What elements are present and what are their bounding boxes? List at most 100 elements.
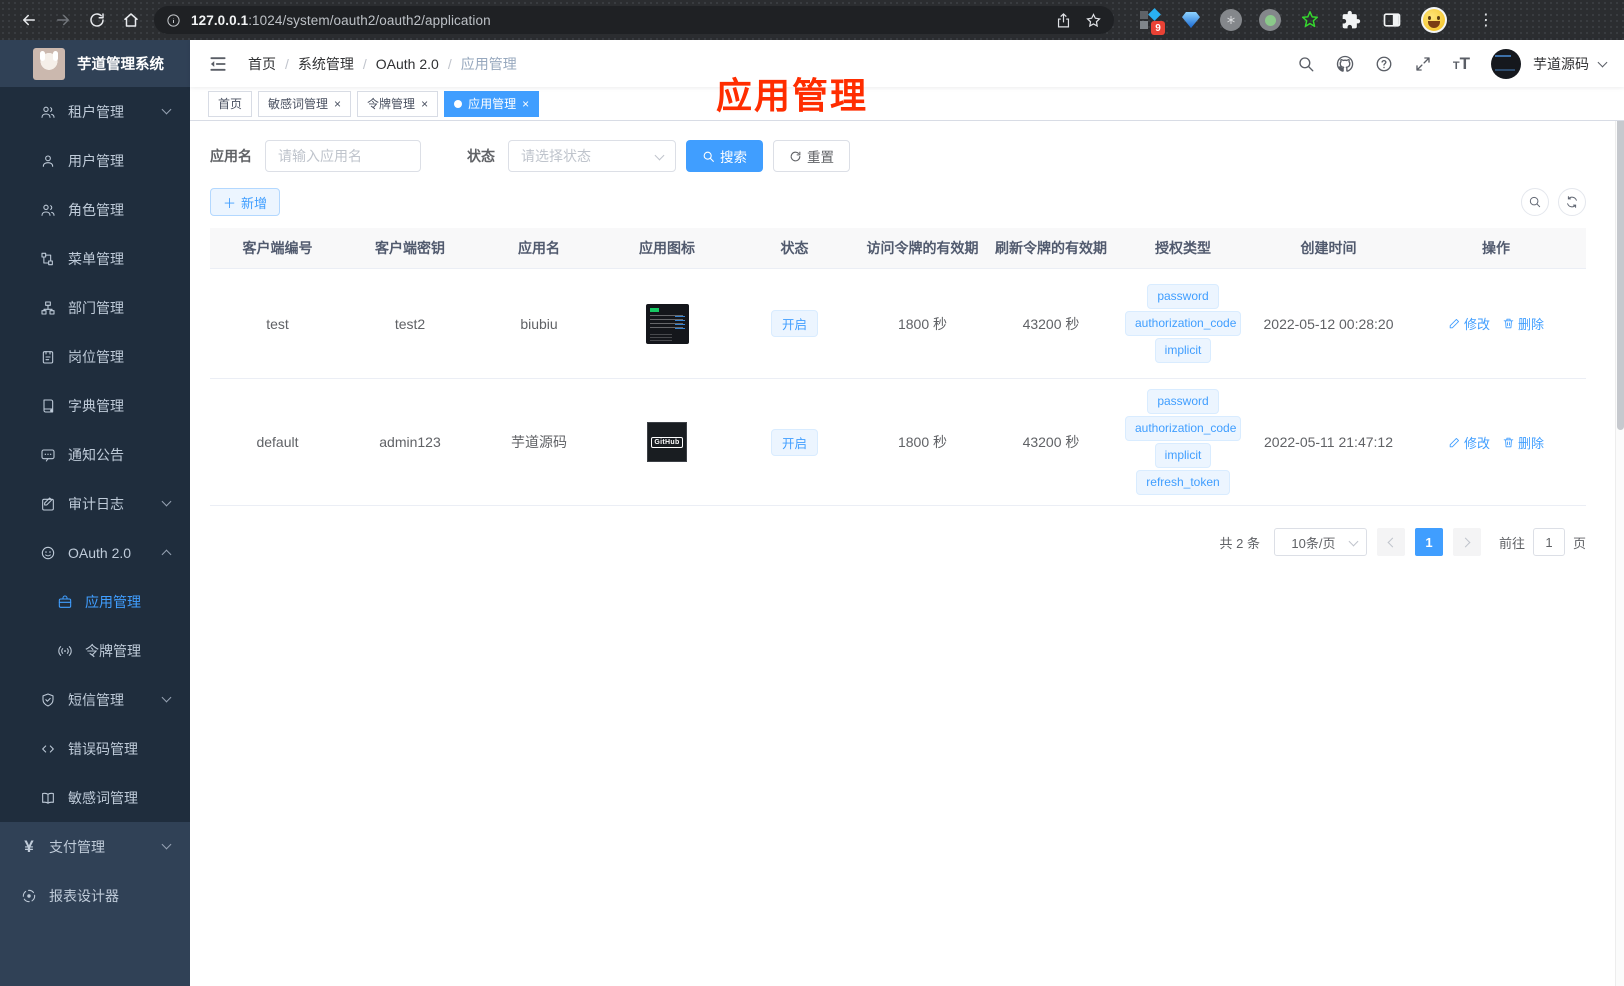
table-row: default admin123 芋道源码 GitHub 开启 1800 秒 4… — [210, 379, 1586, 506]
sidebar-item-sms[interactable]: 短信管理 — [0, 675, 190, 724]
page-number-1[interactable]: 1 — [1414, 528, 1443, 556]
goto-suffix: 页 — [1572, 535, 1586, 551]
sidebar-item-sensitive-word[interactable]: 敏感词管理 — [0, 773, 190, 822]
sidebar-item-notice[interactable]: 通知公告 — [0, 430, 190, 479]
back-button[interactable] — [12, 5, 46, 35]
app-logo-row[interactable]: 芋道管理系统 — [0, 40, 190, 87]
total-count: 共 2 条 — [1219, 535, 1260, 551]
close-icon[interactable]: × — [421, 98, 428, 110]
sidebar-item-application[interactable]: 应用管理 — [0, 577, 190, 626]
page-scrollbar[interactable] — [1615, 40, 1624, 986]
tab-manager-extension-icon[interactable]: 9 — [1138, 8, 1165, 35]
tab-application[interactable]: 应用管理 × — [444, 90, 540, 117]
breadcrumb-system[interactable]: 系统管理 — [298, 54, 354, 74]
menu-tree-icon — [40, 251, 56, 267]
sidebar-item-menu[interactable]: 菜单管理 — [0, 234, 190, 283]
notice-message-icon — [40, 447, 56, 463]
edit-button[interactable]: 修改 — [1448, 314, 1490, 333]
user-menu-caret-icon[interactable] — [1597, 57, 1608, 67]
browser-menu-icon[interactable]: ⋮ — [1478, 10, 1494, 30]
role-users-icon — [40, 202, 56, 218]
user-avatar[interactable] — [1491, 48, 1521, 79]
app-name-input[interactable] — [265, 140, 421, 172]
close-icon[interactable]: × — [522, 98, 529, 110]
edit-button[interactable]: 修改 — [1448, 433, 1490, 452]
tab-token[interactable]: 令牌管理 × — [357, 90, 439, 117]
applications-table: 客户端编号 客户端密钥 应用名 应用图标 状态 访问令牌的有效期 刷新令牌的有效… — [210, 228, 1586, 506]
page-content: 应用名 状态 请选择状态 搜索 重置 — [190, 121, 1624, 986]
search-form: 应用名 状态 请选择状态 搜索 重置 — [210, 140, 1586, 172]
star-extension-icon[interactable] — [1298, 8, 1322, 32]
goto-page-input[interactable] — [1532, 528, 1565, 556]
post-badge-icon — [40, 349, 56, 365]
oauth-robot-icon — [40, 545, 56, 561]
github-icon[interactable] — [1336, 55, 1354, 73]
dot-extension-icon[interactable] — [1259, 9, 1281, 31]
sidebar-item-role[interactable]: 角色管理 — [0, 185, 190, 234]
sidebar-item-audit-log[interactable]: 审计日志 — [0, 479, 190, 528]
payment-yen-icon: ¥ — [24, 837, 34, 856]
breadcrumb-oauth2[interactable]: OAuth 2.0 — [376, 56, 439, 72]
extensions-row: 9 ⋮ — [1138, 7, 1494, 35]
username: 芋道源码 — [1533, 55, 1589, 72]
user-icon — [40, 153, 56, 169]
home-button[interactable] — [114, 5, 148, 35]
share-icon[interactable] — [1048, 7, 1078, 33]
asterisk-extension-icon[interactable] — [1220, 9, 1242, 31]
sidebar-item-department[interactable]: 部门管理 — [0, 283, 190, 332]
sidebar-item-oauth2[interactable]: OAuth 2.0 — [0, 528, 190, 577]
sidebar-collapse-icon[interactable] — [208, 53, 230, 75]
sidebar-item-token[interactable]: 令牌管理 — [0, 626, 190, 675]
add-button[interactable]: ＋ 新增 — [210, 188, 281, 216]
sidebar-item-post[interactable]: 岗位管理 — [0, 332, 190, 381]
extension-badge: 9 — [1151, 21, 1165, 35]
help-icon[interactable] — [1375, 55, 1393, 73]
application-briefcase-icon — [57, 594, 73, 610]
report-designer-icon — [21, 888, 37, 904]
tab-sensitive-word[interactable]: 敏感词管理 × — [258, 90, 352, 117]
chevron-up-icon — [161, 549, 172, 560]
profile-avatar[interactable] — [1421, 7, 1447, 33]
delete-button[interactable]: 删除 — [1502, 314, 1544, 333]
department-icon — [40, 300, 56, 316]
address-bar[interactable]: 127.0.0.1:1024/system/oauth2/oauth2/appl… — [154, 6, 1114, 34]
search-button[interactable]: 搜索 — [686, 140, 763, 172]
chevron-down-icon — [161, 692, 172, 703]
status-select[interactable]: 请选择状态 — [508, 140, 676, 172]
bookmark-star-icon[interactable] — [1078, 7, 1108, 33]
next-page-button[interactable] — [1452, 528, 1481, 556]
gem-extension-icon[interactable] — [1179, 8, 1203, 32]
sidebar-item-payment[interactable]: ¥ 支付管理 — [0, 822, 190, 871]
site-info-icon[interactable] — [166, 13, 181, 28]
sidebar-item-tenant[interactable]: 租户管理 — [0, 87, 190, 136]
side-panel-icon[interactable] — [1380, 8, 1404, 32]
tenant-users-icon — [40, 104, 56, 120]
header-search-icon[interactable] — [1297, 55, 1315, 73]
sidebar-item-dictionary[interactable]: 字典管理 — [0, 381, 190, 430]
reset-button[interactable]: 重置 — [773, 140, 850, 172]
extensions-puzzle-icon[interactable] — [1339, 8, 1363, 32]
sidebar-menu: 租户管理 用户管理 角色管理 菜单管理 部门管理 岗位管理 字典管理 通知公告 … — [0, 87, 190, 822]
sidebar-item-report-designer[interactable]: 报表设计器 — [0, 871, 190, 920]
tags-view-bar: 首页 敏感词管理 × 令牌管理 × 应用管理 × — [190, 87, 1624, 121]
font-size-icon[interactable]: TT — [1453, 54, 1470, 74]
top-navbar: 首页 / 系统管理 / OAuth 2.0 / 应用管理 TT 芋道源码 — [190, 40, 1624, 87]
app-title: 芋道管理系统 — [77, 57, 164, 73]
sidebar-item-user[interactable]: 用户管理 — [0, 136, 190, 185]
prev-page-button[interactable] — [1376, 528, 1405, 556]
fullscreen-icon[interactable] — [1414, 55, 1432, 73]
chevron-down-icon — [654, 150, 665, 161]
toggle-search-button[interactable] — [1521, 188, 1549, 216]
page-size-select[interactable]: 10条/页 — [1273, 528, 1367, 556]
grant-type-tag: authorization_code — [1125, 311, 1241, 336]
tab-home[interactable]: 首页 — [208, 90, 253, 117]
dictionary-book-icon — [40, 398, 56, 414]
forward-button[interactable] — [46, 5, 80, 35]
reload-button[interactable] — [80, 5, 114, 35]
close-icon[interactable]: × — [334, 98, 341, 110]
refresh-button[interactable] — [1558, 188, 1586, 216]
breadcrumb-home[interactable]: 首页 — [248, 54, 276, 74]
delete-button[interactable]: 删除 — [1502, 433, 1544, 452]
sidebar-item-error-code[interactable]: 错误码管理 — [0, 724, 190, 773]
url-host: 127.0.0.1 — [191, 12, 249, 28]
